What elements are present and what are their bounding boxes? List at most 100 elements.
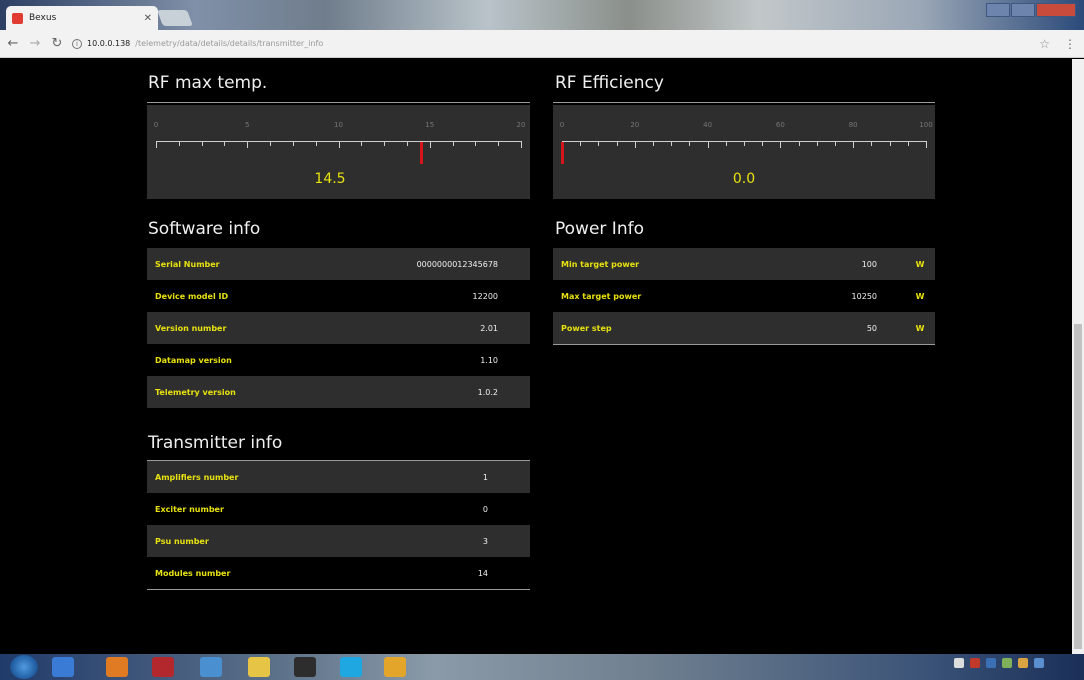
close-tab-icon[interactable]: ✕ [144, 13, 152, 24]
table-row: Amplifiers number 1 [147, 461, 530, 493]
gauge-tick [707, 141, 709, 148]
rf-max-temp-readout: 14.5 [314, 171, 346, 187]
reload-icon[interactable]: ↻ [50, 36, 64, 51]
gauge-tick-label: 20 [630, 121, 640, 129]
address-bar[interactable]: i 10.0.0.138/telemetry/data/details/deta… [72, 34, 1031, 54]
gauge-tick-label: 40 [703, 121, 713, 129]
gauge-tick [580, 141, 582, 146]
tray-icon[interactable] [1002, 658, 1012, 668]
chrome-icon[interactable] [384, 657, 406, 677]
row-label: Min target power [561, 259, 640, 269]
row-value: 3 [482, 536, 488, 546]
tab-title: Bexus [29, 13, 57, 23]
system-tray [954, 658, 1080, 668]
table-row: Modules number 14 [147, 557, 530, 589]
gauge-tick [634, 141, 636, 148]
page-scrollbar[interactable] [1072, 59, 1084, 654]
scrollbar-thumb[interactable] [1074, 324, 1082, 649]
browser-tab[interactable]: Bexus ✕ [6, 6, 158, 30]
window-controls [985, 3, 1076, 17]
divider [553, 102, 935, 103]
gauge-tick [907, 141, 909, 146]
gauge-tick [475, 141, 477, 146]
row-value: 14 [477, 568, 488, 578]
gauge-tick [156, 141, 157, 148]
gauge-tick-label: 0 [559, 121, 565, 129]
gauge-tick [338, 141, 340, 148]
back-icon[interactable]: ← [6, 36, 20, 51]
row-value: 2.01 [480, 323, 498, 333]
gauge-tick [744, 141, 745, 146]
media-player-icon[interactable] [106, 657, 128, 677]
folder-icon[interactable] [248, 657, 270, 677]
gauge-tick [798, 141, 800, 146]
tray-icon[interactable] [1034, 658, 1044, 668]
row-label: Telemetry version [155, 387, 236, 397]
clock[interactable] [1050, 659, 1080, 667]
rf-efficiency-title: RF Efficiency [555, 73, 664, 93]
row-label: Modules number [155, 568, 231, 578]
menu-icon[interactable]: ⋮ [1064, 37, 1076, 51]
row-value: 10250 [851, 291, 877, 301]
transmitter-info-table: Amplifiers number 1 Exciter number 0 Psu… [147, 460, 530, 590]
table-row: Power step 50 W [553, 312, 935, 344]
row-value: 0 [482, 504, 488, 514]
new-tab-button[interactable] [157, 10, 193, 26]
row-value: 1 [482, 472, 488, 482]
skype-icon[interactable] [340, 657, 362, 677]
forward-icon[interactable]: → [28, 36, 42, 51]
table-row: Psu number 3 [147, 525, 530, 557]
gauge-tick [270, 141, 272, 146]
gauge-tick [247, 141, 249, 148]
tray-icon[interactable] [970, 658, 980, 668]
gauge-tick [725, 141, 727, 146]
gauge-tick [429, 141, 431, 148]
gauge-tick-label: 5 [245, 121, 250, 129]
url-host: 10.0.0.138 [87, 39, 131, 48]
row-label: Device model ID [155, 291, 229, 301]
minimize-button[interactable] [986, 3, 1010, 17]
gauge-tick [816, 141, 818, 146]
row-value: 12200 [472, 291, 498, 301]
gauge-tick [452, 141, 454, 146]
usb-icon[interactable] [294, 657, 316, 677]
network-icon[interactable] [200, 657, 222, 677]
gauge-tick [178, 141, 180, 146]
table-row: Version number 2.01 [147, 312, 530, 344]
gauge-tick [780, 141, 782, 148]
table-row: Serial Number 0000000012345678 [147, 248, 530, 280]
maximize-button[interactable] [1011, 3, 1035, 17]
gauge-tick-label: 100 [919, 121, 933, 129]
row-unit: W [915, 323, 925, 333]
gauge-tick-label: 60 [775, 121, 785, 129]
page-viewport: RF max temp. 14.5 0 5 10 15 20 RF Efficiency… [0, 59, 1072, 654]
gauge-tick-label: 0 [153, 121, 159, 129]
row-label: Power step [561, 323, 612, 333]
star-icon[interactable]: ☆ [1039, 37, 1050, 51]
row-label: Psu number [155, 536, 209, 546]
row-value: 1.0.2 [477, 387, 498, 397]
filezilla-icon[interactable] [152, 657, 174, 677]
gauge-tick [201, 141, 203, 146]
row-unit: W [915, 291, 925, 301]
transmitter-info-title: Transmitter info [148, 433, 283, 453]
gauge-tick-label: 80 [848, 121, 858, 129]
table-row: Datamap version 1.10 [147, 344, 530, 376]
table-row: Device model ID 12200 [147, 280, 530, 312]
tray-icon[interactable] [986, 658, 996, 668]
gauge-tick [521, 141, 522, 148]
start-button[interactable] [10, 655, 38, 679]
tray-icon[interactable] [954, 658, 964, 668]
tray-icon[interactable] [1018, 658, 1028, 668]
row-value: 100 [861, 259, 877, 269]
info-icon[interactable]: i [72, 38, 82, 49]
gauge-tick [689, 141, 691, 146]
gauge-tick [871, 141, 873, 146]
gauge-needle [561, 142, 564, 164]
close-window-button[interactable] [1036, 3, 1076, 17]
row-label: Amplifiers number [155, 472, 239, 482]
gauge-tick [361, 141, 363, 146]
ie-icon[interactable] [52, 657, 74, 677]
favicon-icon [12, 12, 23, 24]
row-label: Max target power [561, 291, 642, 301]
